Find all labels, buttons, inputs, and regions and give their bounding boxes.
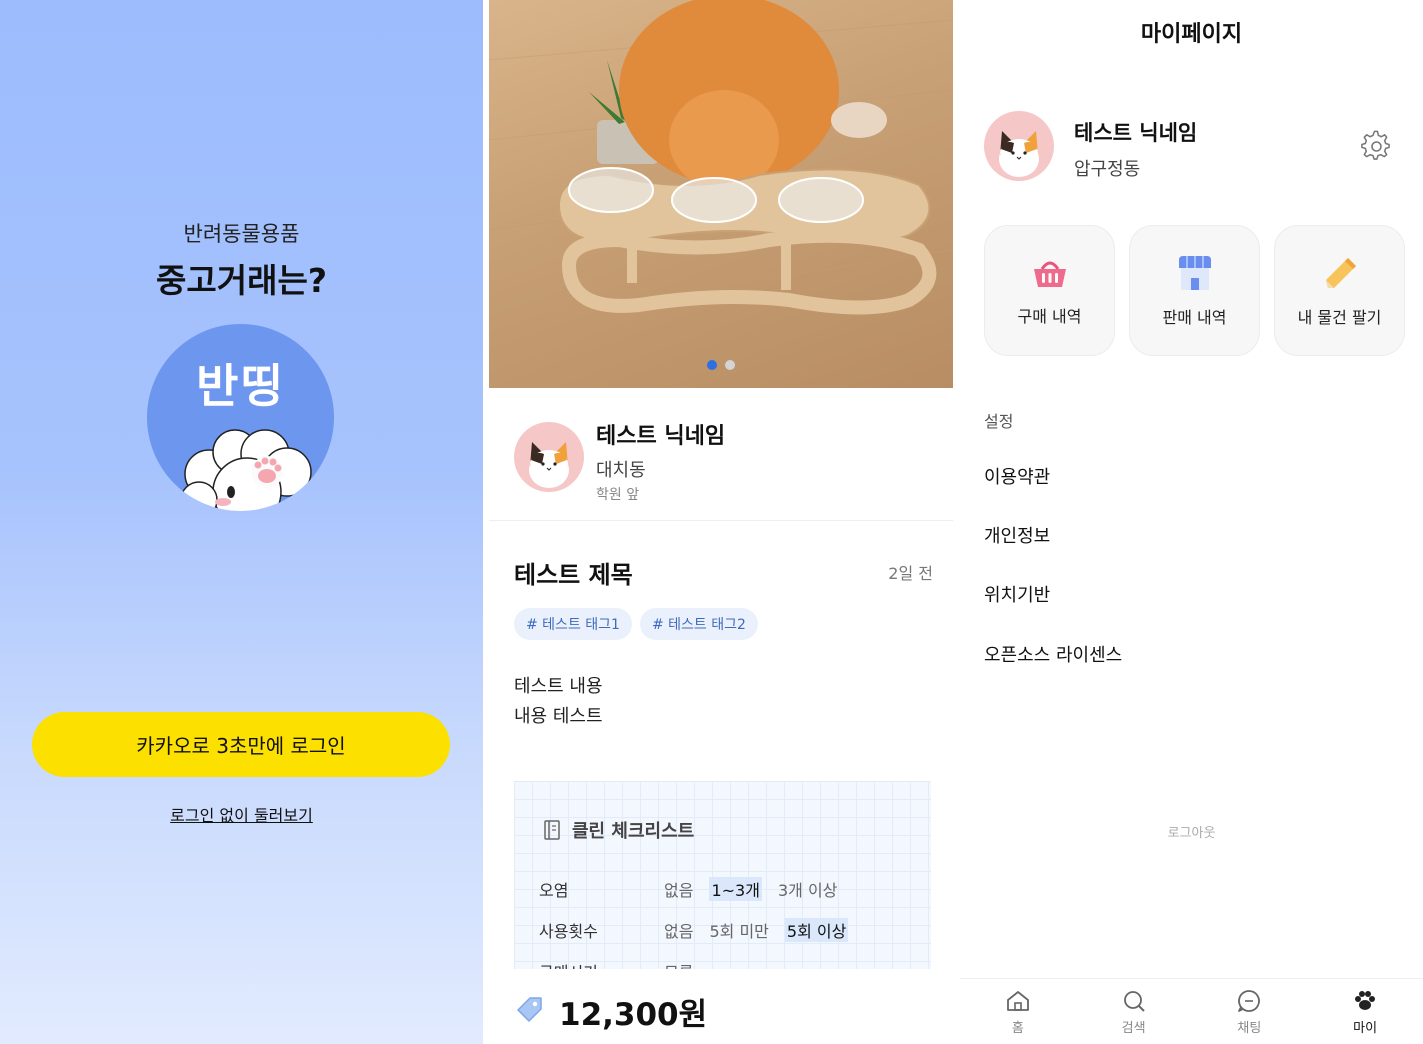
checklist-option: 5회 미만 (709, 922, 769, 941)
checklist-label: 사용횟수 (539, 922, 598, 941)
kakao-login-button[interactable]: 카카오로 3초만에 로그인 (32, 712, 450, 777)
notebook-icon (544, 820, 560, 840)
logout-button[interactable]: 로그아웃 (960, 822, 1423, 841)
price-bar: 12,300원 (489, 969, 953, 1044)
pencil-icon (1325, 257, 1356, 288)
tab-my[interactable]: 마이 (1307, 979, 1423, 1044)
content-line: 테스트 내용 (514, 676, 603, 697)
profile-nickname: 테스트 닉네임 (1074, 121, 1198, 145)
login-screen: 반려동물용품 중고거래는? 반띵 카카오로 3초만에 로그인 로그인 없이 둘러… (0, 0, 483, 1044)
clean-checklist: 클린 체크리스트 오염 없음 1~3개 3개 이상 사용횟수 없음 5회 미만 … (514, 781, 931, 969)
tab-label: 검색 (1121, 1021, 1146, 1036)
image-pagination[interactable] (489, 360, 953, 370)
checklist-header: 클린 체크리스트 (542, 817, 694, 843)
cat-avatar-icon (999, 131, 1039, 177)
my-page-screen: 마이페이지 테스트 닉네임 압구정동 구매 내역 판매 내역 내 물건 팔기 설… (960, 0, 1423, 1044)
tab-label: 채팅 (1237, 1021, 1262, 1036)
checklist-row-contamination: 오염 없음 1~3개 3개 이상 (539, 877, 837, 901)
menu-item-opensource[interactable]: 오픈소스 라이센스 (984, 641, 1122, 667)
browse-without-login-link[interactable]: 로그인 없이 둘러보기 (0, 802, 483, 826)
gear-icon[interactable] (1360, 130, 1392, 162)
home-icon (1006, 991, 1029, 1011)
profile-location: 압구정동 (1074, 159, 1141, 180)
cat-avatar-icon (529, 442, 569, 488)
checklist-label: 구매시기 (539, 959, 664, 969)
checklist-option: 없음 (664, 922, 694, 941)
seller-avatar[interactable] (514, 422, 584, 492)
purchase-history-card[interactable]: 구매 내역 (984, 225, 1115, 356)
page-dot-active[interactable] (707, 360, 717, 370)
card-label: 구매 내역 (1017, 306, 1082, 326)
login-subtitle: 반려동물용품 (183, 222, 300, 246)
profile-avatar[interactable] (984, 111, 1054, 181)
app-logo: 반띵 (147, 324, 334, 511)
divider (489, 520, 953, 521)
bottom-tab-bar: 홈 검색 채팅 마이 (960, 978, 1423, 1044)
checklist-option-selected: 5회 이상 (784, 918, 849, 942)
post-title: 테스트 제목 (514, 561, 633, 589)
tab-label: 마이 (1353, 1021, 1378, 1036)
basket-icon (1033, 261, 1066, 287)
tag-chip[interactable]: # 테스트 태그1 (514, 608, 632, 640)
chat-icon (1238, 990, 1261, 1012)
post-content: 테스트 내용 내용 테스트 (514, 672, 603, 732)
checklist-option: 모름 (664, 959, 693, 969)
price-tag-icon (517, 997, 542, 1022)
product-price: 12,300원 (559, 997, 708, 1033)
product-detail-screen: 테스트 닉네임 대치동 학원 앞 테스트 제목 2일 전 # 테스트 태그1 #… (489, 0, 953, 1044)
search-icon (1123, 991, 1145, 1012)
checklist-option-selected: 1~3개 (709, 877, 762, 901)
tag-list: # 테스트 태그1 # 테스트 태그2 (514, 608, 758, 640)
tab-label: 홈 (1011, 1021, 1024, 1036)
checklist-option: 없음 (664, 881, 694, 900)
card-label: 판매 내역 (1162, 307, 1227, 327)
page-title: 마이페이지 (1140, 22, 1243, 47)
sell-item-card[interactable]: 내 물건 팔기 (1274, 225, 1405, 356)
card-label: 내 물건 팔기 (1297, 307, 1382, 327)
login-headline: 중고거래는? (156, 261, 327, 300)
menu-item-terms[interactable]: 이용약관 (984, 463, 1050, 489)
page-dot[interactable] (725, 360, 735, 370)
paw-icon (1355, 991, 1376, 1010)
sales-history-card[interactable]: 판매 내역 (1129, 225, 1260, 356)
store-icon (1178, 255, 1211, 290)
product-photo[interactable] (489, 0, 953, 388)
quick-menu-cards: 구매 내역 판매 내역 내 물건 팔기 (984, 225, 1405, 356)
seller-location-detail: 학원 앞 (596, 487, 640, 503)
tab-home[interactable]: 홈 (960, 979, 1076, 1044)
settings-section-label: 설정 (984, 412, 1014, 431)
checklist-title: 클린 체크리스트 (572, 821, 695, 842)
tab-search[interactable]: 검색 (1076, 979, 1192, 1044)
tag-chip[interactable]: # 테스트 태그2 (639, 608, 758, 640)
seller-nickname[interactable]: 테스트 닉네임 (596, 418, 725, 450)
post-time: 2일 전 (888, 564, 933, 583)
checklist-label: 오염 (539, 881, 569, 900)
content-line: 내용 테스트 (514, 706, 603, 727)
tab-chat[interactable]: 채팅 (1192, 979, 1308, 1044)
seller-location: 대치동 (596, 460, 646, 481)
checklist-row-usage: 사용횟수 없음 5회 미만 5회 이상 (539, 918, 849, 942)
menu-item-privacy[interactable]: 개인정보 (984, 522, 1050, 548)
checklist-option: 3개 이상 (777, 881, 838, 900)
checklist-row-purchase-date: 구매시기 모름 (539, 959, 693, 969)
cat-feeder-illustration (489, 0, 953, 321)
dog-mascot-icon (180, 429, 312, 511)
menu-item-location[interactable]: 위치기반 (984, 581, 1050, 607)
